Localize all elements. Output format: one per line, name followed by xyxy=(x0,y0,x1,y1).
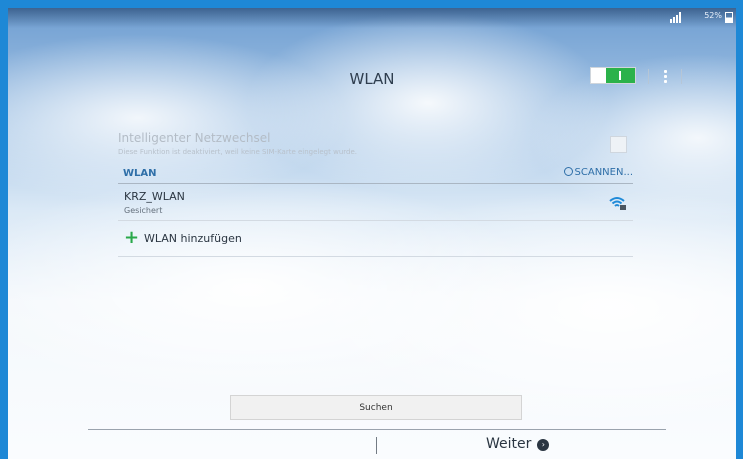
action-divider xyxy=(681,69,682,84)
network-name: KRZ_WLAN xyxy=(124,190,185,203)
next-button[interactable]: Weiter › xyxy=(486,436,550,452)
more-options-icon[interactable] xyxy=(664,68,668,85)
battery-percent: 52% xyxy=(704,11,722,20)
wlan-toggle[interactable] xyxy=(590,67,636,84)
bottom-divider xyxy=(88,429,666,430)
signal-icon xyxy=(670,12,684,23)
status-bar: 52% xyxy=(8,8,736,28)
wifi-secured-icon xyxy=(609,197,626,210)
arrow-right-icon: › xyxy=(537,439,550,451)
smart-network-checkbox[interactable] xyxy=(610,136,627,153)
toggle-on-indicator xyxy=(606,68,635,83)
wlan-section-header: WLAN SCANNEN... xyxy=(118,167,633,184)
plus-icon: + xyxy=(124,227,140,248)
search-button[interactable]: Suchen xyxy=(230,395,522,420)
add-network-row[interactable]: + WLAN hinzufügen xyxy=(118,224,633,257)
scan-icon xyxy=(563,167,573,176)
smart-network-title: Intelligenter Netzwechsel xyxy=(118,131,271,145)
network-status: Gesichert xyxy=(124,206,163,215)
wlan-section-label: WLAN xyxy=(123,168,157,179)
button-divider xyxy=(376,437,377,454)
scan-button[interactable]: SCANNEN... xyxy=(563,167,633,178)
scan-label: SCANNEN... xyxy=(574,167,633,178)
battery-icon xyxy=(725,12,733,23)
next-label: Weiter xyxy=(486,436,532,452)
add-network-label: WLAN hinzufügen xyxy=(144,232,242,245)
setup-screen: 52% WLAN Intelligenter Netzwechsel Diese… xyxy=(8,8,736,459)
device-frame: 52% WLAN Intelligenter Netzwechsel Diese… xyxy=(0,0,743,459)
network-row[interactable]: KRZ_WLAN Gesichert xyxy=(118,186,633,221)
action-divider xyxy=(648,69,649,84)
smart-network-description: Diese Funktion ist deaktiviert, weil kei… xyxy=(118,148,357,156)
